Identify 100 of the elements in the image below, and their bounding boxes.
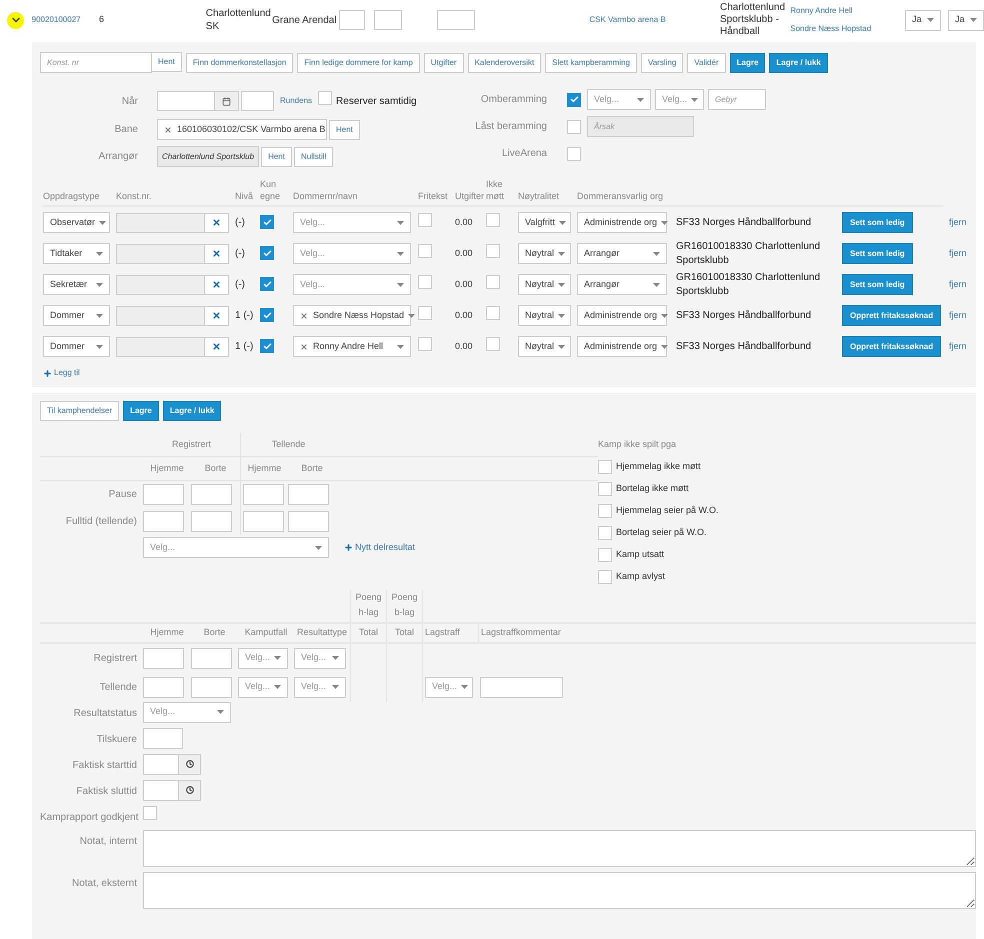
select-dropdown[interactable]: Administrende org <box>577 305 667 326</box>
round-link[interactable]: Rundens <box>280 95 312 107</box>
score-field[interactable] <box>191 648 232 668</box>
select-dropdown[interactable]: Velg... <box>293 212 411 233</box>
remove-link[interactable]: fjern <box>949 340 973 354</box>
comment-field[interactable] <box>480 676 563 698</box>
remove-link[interactable]: fjern <box>949 246 973 260</box>
select-dropdown[interactable]: Nøytral <box>518 274 571 295</box>
add-partial-link[interactable]: Nytt delresultat <box>344 540 416 554</box>
select-dropdown[interactable]: 160106030102/CSK Varmbo arena B <box>157 119 327 140</box>
clear-button[interactable] <box>205 336 229 356</box>
checkbox[interactable] <box>486 274 500 288</box>
checkbox[interactable] <box>598 548 612 562</box>
action-button[interactable]: Validér <box>687 52 726 72</box>
checkbox[interactable] <box>318 91 332 105</box>
checkbox[interactable] <box>418 274 432 288</box>
checkbox[interactable] <box>418 306 432 320</box>
score-field[interactable] <box>143 648 184 668</box>
checkbox[interactable] <box>418 244 432 258</box>
checkbox[interactable] <box>567 92 581 106</box>
text-field[interactable] <box>437 10 476 30</box>
text-area[interactable] <box>143 872 976 908</box>
checkbox[interactable] <box>260 215 274 229</box>
select-dropdown[interactable]: Velg... <box>294 648 346 668</box>
select-dropdown[interactable]: Nøytral <box>518 305 571 326</box>
score-field[interactable] <box>191 676 232 698</box>
action-button[interactable]: Varsling <box>640 52 684 72</box>
score-field[interactable] <box>143 676 184 698</box>
select-dropdown[interactable]: Valgfritt <box>518 212 571 233</box>
checkbox[interactable] <box>598 526 612 540</box>
select-dropdown[interactable]: Nøytral <box>518 336 571 357</box>
action-button[interactable]: Lagre <box>730 52 766 72</box>
text-field[interactable] <box>143 728 183 748</box>
select-dropdown[interactable]: Arrangør <box>577 274 667 295</box>
action-button[interactable]: Sett som ledig <box>842 212 913 233</box>
action-button[interactable]: Opprett fritakssøknad <box>842 305 942 326</box>
remove-link[interactable]: fjern <box>949 278 973 292</box>
select-dropdown[interactable]: Sekretær <box>43 274 110 295</box>
calendar-button[interactable] <box>215 91 239 111</box>
select-dropdown[interactable]: Administrende org <box>577 212 667 233</box>
select-dropdown[interactable]: Ja <box>948 10 984 30</box>
action-button[interactable]: Finn dommerkonstellasjon <box>186 52 294 72</box>
checkbox[interactable] <box>598 460 612 474</box>
select-dropdown[interactable]: Velg... <box>294 676 346 698</box>
select-dropdown[interactable]: Velg... <box>293 274 411 295</box>
checkbox[interactable] <box>260 308 274 322</box>
text-field[interactable] <box>339 10 366 30</box>
add-link[interactable]: Legg til <box>43 367 80 379</box>
action-button[interactable]: Utgifter <box>424 52 464 72</box>
select-dropdown[interactable]: Velg... <box>143 537 329 558</box>
action-button[interactable]: Hent <box>261 146 292 166</box>
checkbox[interactable] <box>486 212 500 226</box>
remove-link[interactable]: fjern <box>949 216 973 230</box>
remove-link[interactable]: fjern <box>949 308 973 322</box>
clear-button[interactable] <box>205 306 229 326</box>
text-field[interactable] <box>241 91 274 111</box>
venue-link[interactable]: CSK Varmbo arena B <box>589 14 720 26</box>
action-button[interactable]: Finn ledige dommere for kamp <box>297 52 420 72</box>
clock-button[interactable] <box>179 780 201 800</box>
action-button[interactable]: Lagre / lukk <box>769 52 828 72</box>
clear-button[interactable] <box>205 212 229 232</box>
checkbox[interactable] <box>418 212 432 226</box>
action-button[interactable]: Sett som ledig <box>842 274 913 295</box>
select-dropdown[interactable]: Administrende org <box>577 336 667 357</box>
text-field[interactable] <box>374 10 402 30</box>
select-dropdown[interactable]: Velg... <box>293 243 411 264</box>
action-button[interactable]: Til kamphendelser <box>40 401 120 421</box>
select-dropdown[interactable]: Tidtaker <box>43 243 110 264</box>
action-button[interactable]: Lagre <box>123 401 159 421</box>
select-dropdown[interactable]: Velg... <box>587 89 651 110</box>
checkbox[interactable] <box>418 336 432 350</box>
expand-toggle[interactable] <box>7 12 24 28</box>
score-field[interactable] <box>143 484 184 505</box>
checkbox[interactable] <box>143 806 157 820</box>
score-field[interactable] <box>288 511 329 532</box>
text-area[interactable] <box>143 830 976 866</box>
select-dropdown[interactable]: Ja <box>905 10 941 30</box>
clock-button[interactable] <box>179 754 201 774</box>
organizer-field[interactable]: Charlottenlund Sportsklub <box>157 146 260 167</box>
action-button[interactable]: Opprett fritakssøknad <box>842 336 942 357</box>
action-button[interactable]: Lagre / lukk <box>162 401 222 421</box>
text-field[interactable]: Konst. nr <box>40 52 152 73</box>
checkbox[interactable] <box>567 120 581 134</box>
match-number-link[interactable]: 90020100027 <box>32 14 99 26</box>
checkbox[interactable] <box>598 570 612 584</box>
select-dropdown[interactable]: Nøytral <box>518 243 571 264</box>
select-dropdown[interactable]: Velg... <box>143 702 231 722</box>
checkbox[interactable] <box>260 277 274 291</box>
checkbox[interactable] <box>598 482 612 496</box>
score-field[interactable] <box>191 511 232 532</box>
score-field[interactable] <box>191 484 232 505</box>
select-dropdown[interactable]: Velg... <box>238 648 288 668</box>
action-button[interactable]: Nullstill <box>294 146 334 166</box>
select-dropdown[interactable]: Velg... <box>655 89 704 110</box>
time-field[interactable] <box>143 754 179 774</box>
select-dropdown[interactable]: Observatør <box>43 212 110 233</box>
select-dropdown[interactable]: Velg... <box>238 676 288 698</box>
checkbox[interactable] <box>567 146 581 160</box>
clear-button[interactable] <box>205 244 229 264</box>
date-field[interactable] <box>157 91 215 111</box>
